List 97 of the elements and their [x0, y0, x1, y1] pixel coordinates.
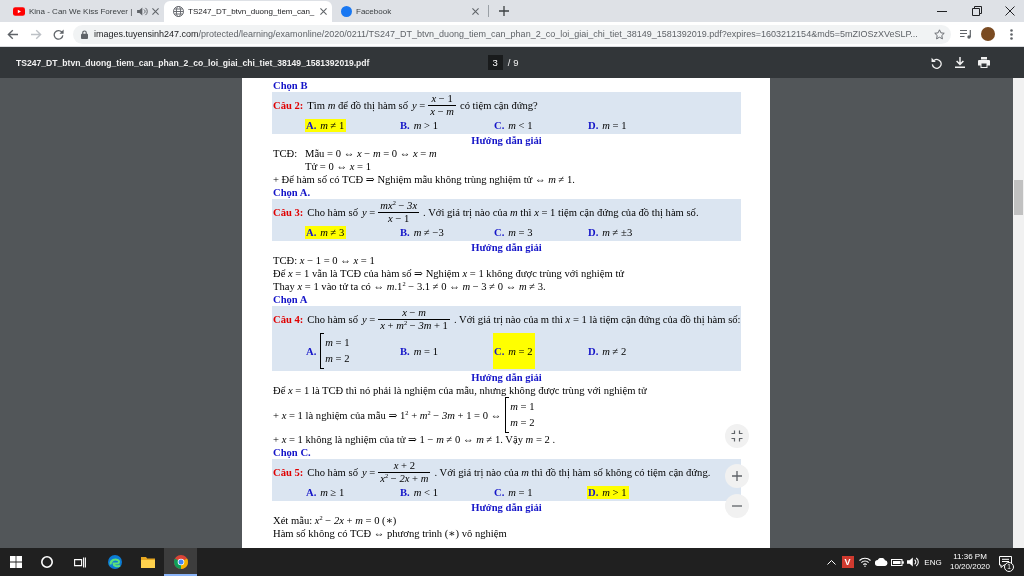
question-text: Cho hàm số	[307, 313, 358, 326]
solution-text: Để x = 1 là TCĐ thì nó phải là nghiệm của mẫu, nhưng không được trùng với nghiệm tử	[273, 384, 647, 397]
answer-option: D. m ≠ 2	[587, 333, 629, 369]
more-icon[interactable]	[1010, 28, 1013, 40]
page-number-field[interactable]: 3	[487, 55, 503, 70]
back-icon[interactable]	[7, 28, 18, 40]
lock-icon[interactable]	[81, 29, 88, 39]
answer-text: Chọn A	[273, 293, 308, 306]
question-text: Cho hàm số	[307, 206, 358, 219]
clock-time[interactable]: 11:36 PM	[953, 552, 987, 562]
answer-option: C. m < 1	[493, 119, 535, 132]
language-indicator[interactable]: ENG	[924, 557, 942, 567]
chevron-up-icon[interactable]	[826, 559, 836, 565]
solution-heading: Hướng dẫn giải	[471, 501, 542, 514]
solution-text: + Để hàm số có TCĐ ⇒ Nghiệm mẫu không trùng nghiệm tử ⇔ m ≠ 1.	[273, 173, 575, 186]
zoom-in-icon[interactable]	[725, 464, 749, 488]
tray-app-button[interactable]: V	[841, 556, 854, 568]
solution-text: + x = 1 là nghiệm của mẫu ⇒ 1$^{2}$ + m$^{2}$ − 3m + 1 = 0 ⇔	[273, 408, 502, 422]
question-text: . Với giá trị nào của m thì x = 1 là tiệm cận đứng của đồ thị hàm số:	[453, 313, 741, 326]
solution-text: + x = 1 không là nghiệm của tử ⇒ 1 − m ≠ 0 ⇔ m ≠ 1. Vậy m = 2 .	[273, 433, 556, 446]
browser-tab[interactable]: Facebook	[332, 1, 484, 22]
zoom-out-icon[interactable]	[725, 494, 749, 518]
answer-option: D. m > 1	[587, 486, 629, 499]
answer-text: Chọn B	[273, 79, 308, 92]
windows-logo-icon[interactable]	[9, 556, 22, 568]
download-icon[interactable]	[955, 57, 965, 68]
solution-text: Để x = 1 vẫn là TCĐ của hàm số ⇒ Nghiệm x = 1 không được trùng với nghiệm tử	[273, 267, 625, 280]
star-icon[interactable]	[934, 28, 945, 40]
question-text: . Với giá trị nào của m thì đồ thị hàm số không có tiệm cận đứng.	[434, 466, 711, 479]
solution-heading: Hướng dẫn giải	[471, 134, 542, 147]
question-number: Câu 5:	[273, 466, 304, 479]
close-icon[interactable]	[1005, 6, 1015, 16]
solution-text: Xét mẫu: x$^{2}$ − 2x + m = 0 (∗)	[273, 514, 397, 527]
answer-text: Chọn A.	[273, 186, 311, 199]
solution-text: Mẫu = 0 ⇔ x − m = 0 ⇔ x = m	[305, 147, 437, 160]
answer-option: C. m = 1	[493, 486, 535, 499]
answer-option: C. m = 2	[493, 333, 535, 369]
answer-option: B. m < 1	[399, 486, 440, 499]
solution-text: Hàm số không có TCĐ ⇔ phương trình (∗) vô nghiệm	[273, 527, 507, 540]
reload-icon[interactable]	[53, 28, 64, 40]
close-icon[interactable]	[320, 8, 327, 15]
cloud-icon[interactable]	[874, 558, 888, 566]
battery-icon[interactable]	[890, 558, 904, 566]
scrollbar-thumb[interactable]	[1014, 180, 1023, 215]
page-count-text: / 9	[507, 57, 519, 68]
print-icon[interactable]	[978, 57, 990, 68]
solution-label: TCĐ:	[273, 147, 298, 160]
globe-icon	[173, 6, 184, 17]
answer-option: A. m ≥ 1	[305, 486, 347, 499]
answer-option: A. m ≠ 3	[305, 226, 347, 239]
question-text: Cho hàm số	[307, 466, 358, 479]
answer-option: D. m = 1	[587, 119, 629, 132]
round-logo-icon	[341, 6, 352, 17]
fraction-formula: y = x − m x + m$^{2}$ − 3m + 1	[361, 307, 450, 332]
question-text: . Với giá trị nào của m thì x = 1 tiệm cận đứng của đồ thị hàm số.	[423, 206, 699, 219]
answer-option: C. m = 3	[493, 226, 535, 239]
question-number: Câu 4:	[273, 313, 304, 326]
new-tab-icon[interactable]	[499, 6, 509, 16]
answer-text: Chọn C.	[273, 446, 311, 459]
browser-tab[interactable]: TS247_DT_btvn_duong_tiem_can_	[164, 1, 332, 22]
taskbar-app-button[interactable]	[164, 548, 197, 576]
answer-option: B. m > 1	[399, 119, 440, 132]
browser-icon	[173, 555, 188, 569]
question-number: Câu 3:	[273, 206, 304, 219]
answer-option: D. m ≠ ±3	[587, 226, 635, 239]
fit-page-icon[interactable]	[725, 424, 749, 448]
answer-option: A. m ≠ 1	[305, 119, 347, 132]
question-text: Tìm m để đồ thị hàm số	[307, 99, 408, 112]
restore-icon[interactable]	[972, 6, 982, 16]
minimize-icon[interactable]	[937, 10, 947, 12]
answer-option: B. m ≠ −3	[399, 226, 446, 239]
task-view-icon[interactable]	[73, 556, 86, 568]
answer-option: B. m = 1	[399, 333, 440, 369]
solution-heading: Hướng dẫn giải	[471, 371, 542, 384]
video-play-icon	[13, 7, 25, 16]
ring-icon[interactable]	[41, 556, 53, 568]
answer-option: A. m = 1 m = 2	[305, 333, 352, 369]
clock-date[interactable]: 10/20/2020	[949, 562, 990, 572]
question-number: Câu 2:	[273, 99, 304, 112]
wifi-icon[interactable]	[858, 557, 871, 567]
folder-icon	[141, 556, 155, 568]
notification-icon[interactable]	[998, 556, 1012, 568]
avatar-icon[interactable]	[981, 27, 995, 41]
document-title: TS247_DT_btvn_duong_tiem_can_phan_2_co_loi_giai_chi_tiet_38149_1581392019.pdf	[16, 57, 370, 68]
browser-icon	[108, 555, 122, 569]
solution-text: Tử = 0 ⇔ x = 1	[305, 160, 371, 173]
playlist-icon[interactable]	[960, 29, 972, 39]
solution-heading: Hướng dẫn giải	[471, 241, 542, 254]
browser-tab[interactable]: Kina - Can We Kiss Forever |	[4, 1, 164, 22]
solution-text: TCĐ: x − 1 = 0 ⇔ x = 1	[273, 254, 375, 267]
volume-icon[interactable]	[906, 557, 919, 567]
speaker-icon[interactable]	[137, 7, 148, 16]
address-field[interactable]: images.tuyensinh247.com/protected/learning/examonline/2020/0211/TS247_DT_btvn_duong_tiem_can_phan_2_co_loi_giai_chi_tiet_38149_1581392019.pdf?expires=1603212154&md5=5mZIOSzXVeSLP...	[73, 24, 951, 44]
url-text: images.tuyensinh247.com/protected/learning/examonline/2020/0211/TS247_DT_btvn_duong_tiem_can_phan_2_co_loi_giai_chi_tiet_38149_1581392019.pdf?expires=1603212154&md5=5mZIOSzXVeSLP...	[94, 29, 919, 39]
rotate-icon[interactable]	[931, 56, 942, 69]
question-text: có tiệm cận đứng?	[459, 99, 538, 112]
solution-text: Thay x = 1 vào tử ta có ⇔ m.1$^{2}$ − 3.1 ≠ 0 ⇔ m − 3 ≠ 0 ⇔ m ≠ 3.	[273, 280, 546, 293]
